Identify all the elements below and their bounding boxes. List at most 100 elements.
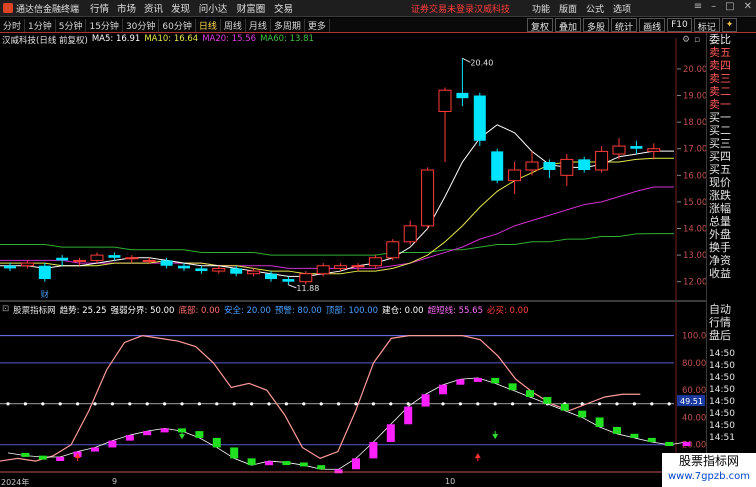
- quote-lower-label[interactable]: 自动: [707, 303, 731, 316]
- strength-block-down: [230, 447, 239, 459]
- period-tab-30min[interactable]: 30分钟: [123, 18, 160, 32]
- time-axis-label: 9: [112, 477, 118, 486]
- period-tab-15min[interactable]: 15分钟: [86, 18, 123, 32]
- period-tab-5min[interactable]: 5分钟: [56, 18, 87, 32]
- quote-label: 卖四: [709, 59, 731, 72]
- price-axis-label: 14.00: [683, 225, 706, 235]
- window-controls: ≡ – □ ✕: [694, 1, 752, 12]
- chart-tools: 复权 叠加 多股 统计 画线 F10 标记 ✦: [527, 18, 739, 33]
- strength-block-down: [212, 437, 221, 448]
- menu-item-market[interactable]: 市场: [113, 1, 140, 15]
- login-alert[interactable]: 证券交易未登录: [411, 2, 474, 15]
- quote-label: 卖三: [709, 72, 731, 85]
- tool-f10-button[interactable]: F10: [667, 18, 692, 32]
- menu-item-discover[interactable]: 发现: [167, 1, 194, 15]
- strength-block-up: [682, 442, 691, 446]
- app-logo-icon: [3, 3, 13, 13]
- strength-block-down: [560, 403, 569, 411]
- maximize-icon[interactable]: □: [725, 1, 734, 12]
- menu-item-quotes[interactable]: 行情: [86, 1, 113, 15]
- menu-item-trade[interactable]: 交易: [270, 1, 297, 15]
- menu-item-functions[interactable]: 功能: [532, 2, 550, 15]
- menu-item-options[interactable]: 选项: [613, 2, 631, 15]
- menu-item-formula[interactable]: 公式: [586, 2, 604, 15]
- period-tab-60min[interactable]: 60分钟: [159, 18, 196, 32]
- candle-body: [421, 169, 435, 227]
- menu-bar: 通达信金融终端 行情 市场 资讯 发现 问小达 财富圈 交易 证券交易未登录 汉…: [0, 0, 756, 17]
- tick-time: 14:50: [709, 385, 735, 395]
- watermark-title: 股票指标网: [678, 454, 739, 468]
- period-tab-monthly[interactable]: 月线: [246, 18, 271, 32]
- period-tab-daily[interactable]: 日线: [196, 18, 221, 32]
- time-axis: 2024年 9 10: [0, 477, 706, 487]
- candle-body: [525, 161, 539, 171]
- period-tab-timeshare[interactable]: 分时: [0, 18, 26, 32]
- strength-block-up: [56, 457, 65, 461]
- quote-label: 涨跌: [709, 189, 731, 202]
- price-axis-label: 16.00: [683, 171, 706, 181]
- menu-item-assistant[interactable]: 问小达: [194, 1, 232, 15]
- tool-multistock-button[interactable]: 多股: [583, 18, 610, 33]
- period-tab-weekly[interactable]: 周线: [221, 18, 246, 32]
- minimize-icon[interactable]: –: [711, 1, 716, 12]
- period-tab-more[interactable]: 更多: [305, 18, 330, 32]
- strength-block-down: [613, 427, 621, 434]
- quote-label: 买三: [709, 137, 731, 150]
- candle-body: [4, 265, 16, 269]
- strength-block-down: [543, 397, 552, 404]
- strength-block-down: [578, 410, 587, 418]
- candlestick-chart: 20.00 19.00 18.00 17.00 16.00 15.00 14.00 13.00…: [0, 38, 706, 300]
- tick-time: 14:50: [709, 421, 735, 431]
- tool-mark-button[interactable]: 标记: [693, 18, 720, 33]
- menu-item-wealth[interactable]: 财富圈: [232, 1, 270, 15]
- period-tab-multi[interactable]: 多周期: [271, 18, 305, 32]
- candle-body: [212, 267, 226, 272]
- candle-body: [456, 92, 469, 99]
- close-icon[interactable]: ✕: [744, 1, 752, 12]
- candle-body: [438, 89, 452, 112]
- candle-body: [368, 257, 382, 267]
- indicator-panel[interactable]: ⊡ 股票指标网 趋势: 25.25 强弱分界: 50.00 底部: 0.00 安…: [0, 302, 706, 475]
- tick-time-list: 14:50 14:50 14:50 14:50 14:50 14:50 14:50 14:51: [709, 348, 735, 444]
- candle-body: [578, 159, 591, 170]
- candle-body: [178, 265, 190, 269]
- quote-lower-list: 自动 行情 盘后: [707, 303, 731, 342]
- quote-lower-label[interactable]: 行情: [707, 316, 731, 329]
- menu-item-layout[interactable]: 版面: [559, 2, 577, 15]
- tool-overlay-button[interactable]: 叠加: [555, 18, 582, 33]
- quote-lower-label[interactable]: 盘后: [707, 329, 731, 342]
- tool-adjust-button[interactable]: 复权: [527, 18, 554, 33]
- strength-block-up: [91, 447, 99, 452]
- main-chart-panel[interactable]: 汉威科技(日线 前复权) MA5: 16.91 MA10: 16.64 MA20…: [0, 33, 706, 300]
- menu-icon[interactable]: ≡: [694, 1, 702, 12]
- strength-block-down: [21, 452, 30, 457]
- quote-label: 收益: [709, 267, 731, 280]
- candle-body: [403, 225, 417, 243]
- tool-drawline-button[interactable]: 画线: [639, 18, 666, 33]
- quote-label: 外盘: [709, 228, 731, 241]
- quote-label: 买一: [709, 111, 731, 124]
- price-axis-label: 15.00: [683, 198, 706, 208]
- candle-body: [543, 162, 556, 170]
- candle-body: [508, 169, 522, 182]
- finance-marker: 财: [41, 289, 49, 299]
- candle-body: [56, 257, 69, 261]
- menu-right: 功能 版面 公式 选项: [532, 2, 631, 15]
- indicator-chart: 100.080.0060.0040.0020.0049.51: [0, 302, 706, 475]
- tick-time: 14:50: [709, 349, 735, 359]
- quote-label: 买五: [709, 163, 731, 176]
- strength-block-up: [369, 442, 378, 459]
- price-axis-label: 13.00: [683, 251, 706, 261]
- menu-item-news[interactable]: 资讯: [140, 1, 167, 15]
- strength-block-down: [38, 455, 47, 460]
- strength-block-down: [195, 431, 204, 438]
- period-tab-1min[interactable]: 1分钟: [25, 18, 56, 32]
- candle-body: [647, 148, 661, 152]
- strength-block-up: [143, 431, 152, 436]
- lightbulb-icon[interactable]: ✦: [721, 18, 738, 32]
- candle-body: [560, 158, 574, 176]
- time-axis-label: 10: [445, 477, 456, 486]
- value-tag-label: 49.51: [680, 397, 703, 406]
- tool-stats-button[interactable]: 统计: [611, 18, 638, 33]
- strength-line: [7, 377, 687, 470]
